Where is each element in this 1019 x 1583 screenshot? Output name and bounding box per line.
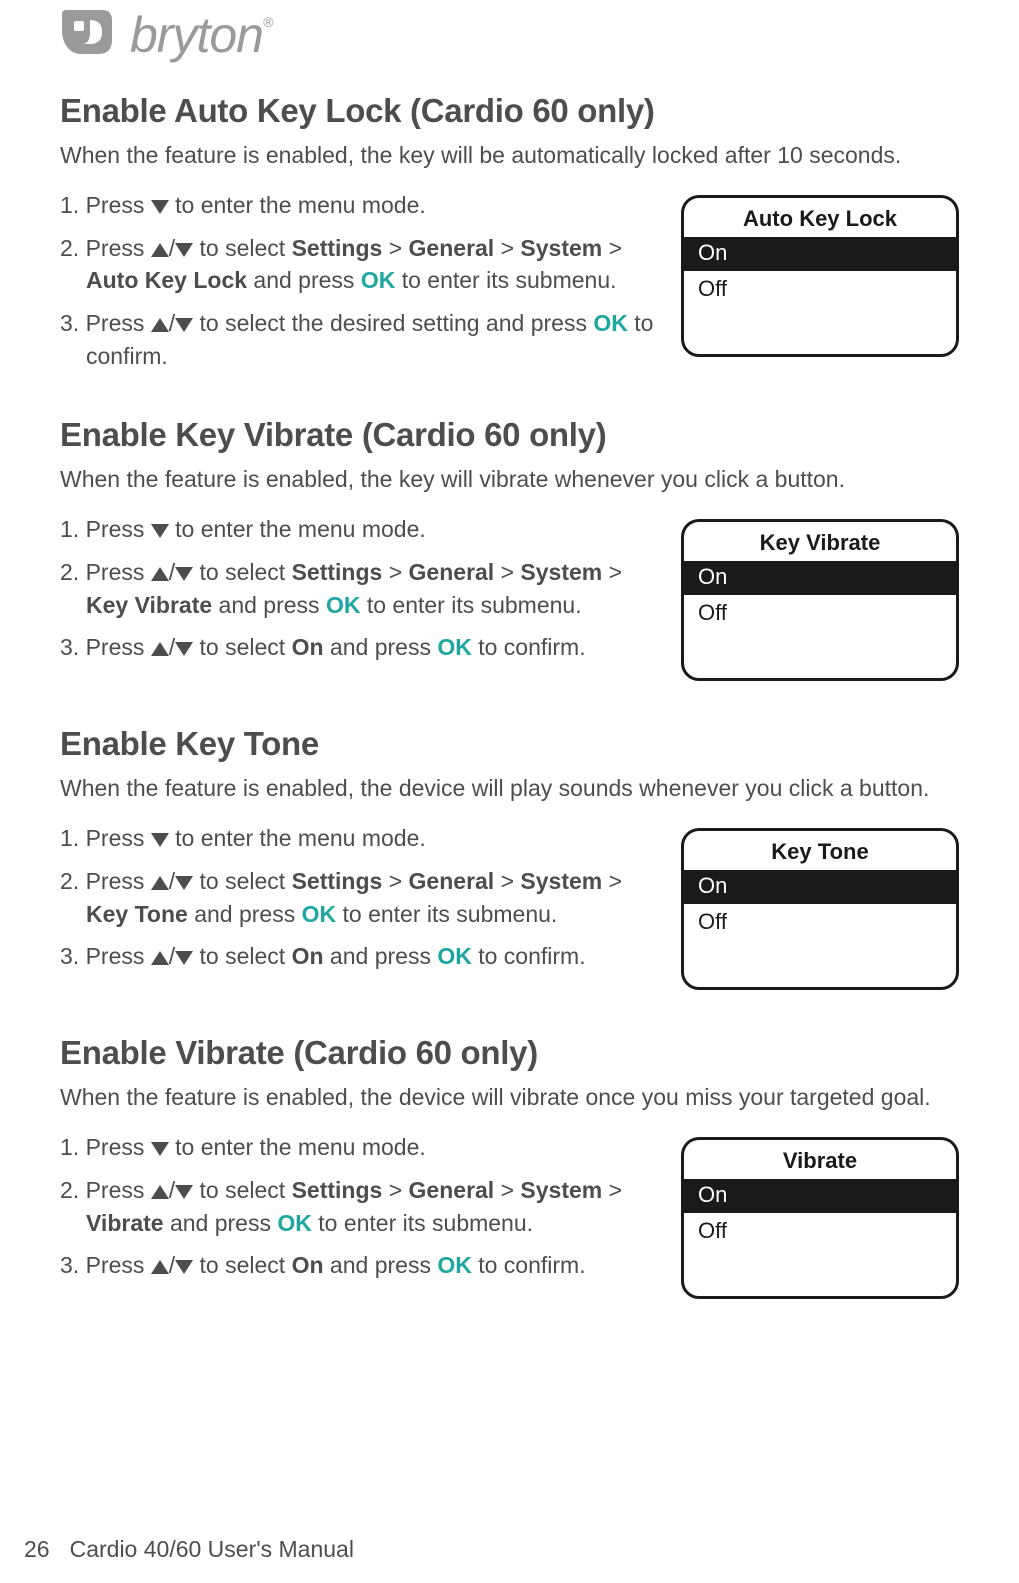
logo-icon xyxy=(60,10,112,60)
section-heading: Enable Auto Key Lock (Cardio 60 only) xyxy=(60,92,959,130)
steps-and-device: 1. Press to enter the menu mode. 2. Press… xyxy=(60,189,959,372)
device-screen: VibrateOnOff xyxy=(681,1137,959,1299)
device-spacer xyxy=(684,632,956,678)
step-item: 2. Press / to select Settings > General … xyxy=(60,1174,655,1239)
down-arrow-icon xyxy=(175,1260,193,1274)
down-arrow-icon xyxy=(175,567,193,581)
device-option-selected: On xyxy=(684,870,956,904)
brand-logo: bryton® xyxy=(60,6,959,64)
device-spacer xyxy=(684,1250,956,1296)
step-item: 3. Press / to select On and press OK to … xyxy=(60,631,655,664)
manual-title: Cardio 40/60 User's Manual xyxy=(70,1536,354,1563)
section-heading: Enable Vibrate (Cardio 60 only) xyxy=(60,1034,959,1072)
manual-section: Enable Auto Key Lock (Cardio 60 only) Whe… xyxy=(60,92,959,372)
device-option: Off xyxy=(684,271,956,308)
device-screen: Auto Key LockOnOff xyxy=(681,195,959,357)
section-heading: Enable Key Vibrate (Cardio 60 only) xyxy=(60,416,959,454)
device-spacer xyxy=(684,308,956,354)
steps-list: 1. Press to enter the menu mode. 2. Press… xyxy=(60,189,655,372)
steps-and-device: 1. Press to enter the menu mode. 2. Press… xyxy=(60,822,959,990)
device-option-selected: On xyxy=(684,237,956,271)
device-title: Vibrate xyxy=(684,1140,956,1179)
page-number: 26 xyxy=(24,1536,50,1563)
device-option: Off xyxy=(684,595,956,632)
up-arrow-icon xyxy=(151,876,169,890)
step-item: 1. Press to enter the menu mode. xyxy=(60,822,655,855)
step-item: 3. Press / to select the desired setting… xyxy=(60,307,655,372)
step-item: 2. Press / to select Settings > General … xyxy=(60,865,655,930)
device-spacer xyxy=(684,941,956,987)
step-item: 2. Press / to select Settings > General … xyxy=(60,232,655,297)
up-arrow-icon xyxy=(151,951,169,965)
device-option-selected: On xyxy=(684,1179,956,1213)
down-arrow-icon xyxy=(175,951,193,965)
down-arrow-icon xyxy=(151,524,169,538)
step-item: 1. Press to enter the menu mode. xyxy=(60,189,655,222)
steps-and-device: 1. Press to enter the menu mode. 2. Press… xyxy=(60,1131,959,1299)
manual-section: Enable Vibrate (Cardio 60 only) When the … xyxy=(60,1034,959,1299)
step-item: 2. Press / to select Settings > General … xyxy=(60,556,655,621)
steps-list: 1. Press to enter the menu mode. 2. Press… xyxy=(60,513,655,664)
step-item: 3. Press / to select On and press OK to … xyxy=(60,1249,655,1282)
steps-and-device: 1. Press to enter the menu mode. 2. Press… xyxy=(60,513,959,681)
up-arrow-icon xyxy=(151,1260,169,1274)
manual-section: Enable Key Tone When the feature is enabl… xyxy=(60,725,959,990)
steps-list: 1. Press to enter the menu mode. 2. Press… xyxy=(60,822,655,973)
down-arrow-icon xyxy=(151,200,169,214)
up-arrow-icon xyxy=(151,243,169,257)
step-item: 1. Press to enter the menu mode. xyxy=(60,513,655,546)
section-intro: When the feature is enabled, the key wil… xyxy=(60,140,959,171)
section-intro: When the feature is enabled, the device … xyxy=(60,1082,959,1113)
down-arrow-icon xyxy=(175,642,193,656)
page-footer: 26 Cardio 40/60 User's Manual xyxy=(24,1536,354,1563)
up-arrow-icon xyxy=(151,567,169,581)
down-arrow-icon xyxy=(175,876,193,890)
device-option-selected: On xyxy=(684,561,956,595)
down-arrow-icon xyxy=(151,1142,169,1156)
device-option: Off xyxy=(684,1213,956,1250)
down-arrow-icon xyxy=(175,318,193,332)
section-intro: When the feature is enabled, the device … xyxy=(60,773,959,804)
device-title: Key Vibrate xyxy=(684,522,956,561)
up-arrow-icon xyxy=(151,318,169,332)
up-arrow-icon xyxy=(151,642,169,656)
down-arrow-icon xyxy=(175,1185,193,1199)
step-item: 1. Press to enter the menu mode. xyxy=(60,1131,655,1164)
device-title: Auto Key Lock xyxy=(684,198,956,237)
device-title: Key Tone xyxy=(684,831,956,870)
device-option: Off xyxy=(684,904,956,941)
logo-text: bryton® xyxy=(130,6,272,64)
device-screen: Key ToneOnOff xyxy=(681,828,959,990)
section-intro: When the feature is enabled, the key wil… xyxy=(60,464,959,495)
manual-section: Enable Key Vibrate (Cardio 60 only) When … xyxy=(60,416,959,681)
down-arrow-icon xyxy=(151,833,169,847)
step-item: 3. Press / to select On and press OK to … xyxy=(60,940,655,973)
down-arrow-icon xyxy=(175,243,193,257)
up-arrow-icon xyxy=(151,1185,169,1199)
steps-list: 1. Press to enter the menu mode. 2. Press… xyxy=(60,1131,655,1282)
device-screen: Key VibrateOnOff xyxy=(681,519,959,681)
section-heading: Enable Key Tone xyxy=(60,725,959,763)
